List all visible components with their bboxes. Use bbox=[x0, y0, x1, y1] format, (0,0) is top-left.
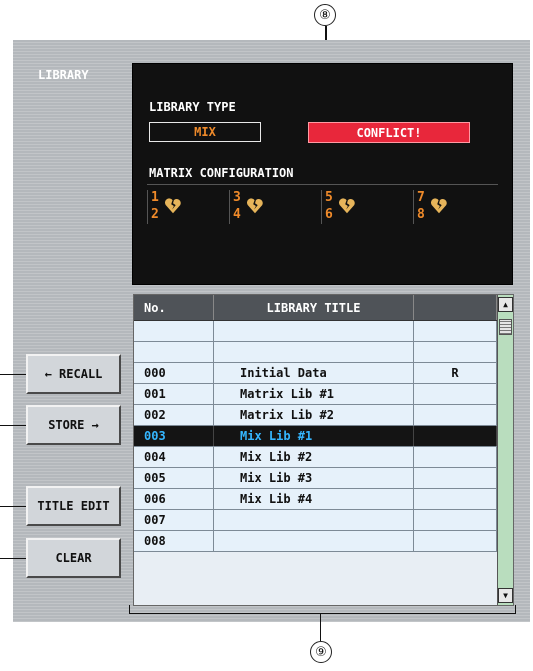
row-flag: R bbox=[414, 363, 497, 383]
matrix-pair-second: 2 bbox=[151, 207, 159, 222]
recall-button[interactable]: ← RECALL bbox=[26, 354, 121, 394]
scroll-down-arrow-icon[interactable]: ▼ bbox=[498, 588, 513, 603]
row-title: Mix Lib #3 bbox=[214, 468, 414, 488]
callout-8: ⑧ bbox=[314, 4, 336, 26]
table-row[interactable]: 008 bbox=[134, 531, 497, 552]
table-row[interactable]: 002 Matrix Lib #2 bbox=[134, 405, 497, 426]
matrix-configuration-divider bbox=[147, 184, 498, 185]
library-type-conflict-badge: CONFLICT! bbox=[308, 122, 470, 143]
broken-heart-icon bbox=[338, 198, 355, 214]
row-number: 007 bbox=[134, 510, 214, 530]
row-title bbox=[214, 342, 414, 362]
title-edit-button[interactable]: TITLE EDIT bbox=[26, 486, 121, 526]
row-number: 001 bbox=[134, 384, 214, 404]
row-title: Matrix Lib #1 bbox=[214, 384, 414, 404]
table-row[interactable]: 001 Matrix Lib #1 bbox=[134, 384, 497, 405]
table-row[interactable]: 004 Mix Lib #2 bbox=[134, 447, 497, 468]
table-row-selected[interactable]: 003 Mix Lib #1 bbox=[134, 426, 497, 447]
row-flag bbox=[414, 321, 497, 341]
matrix-pair-first: 3 bbox=[233, 190, 241, 205]
title-edit-button-leader bbox=[0, 506, 26, 507]
row-flag bbox=[414, 489, 497, 509]
matrix-pair-first: 1 bbox=[151, 190, 159, 205]
recall-button-leader bbox=[0, 374, 26, 375]
row-number: 006 bbox=[134, 489, 214, 509]
callout-9-leader bbox=[320, 614, 321, 641]
matrix-pair-5-6: 5 6 bbox=[321, 188, 401, 226]
header-library-title: LIBRARY TITLE bbox=[214, 295, 414, 320]
vertical-scrollbar[interactable]: ▲ ▼ bbox=[497, 295, 513, 605]
header-no: No. bbox=[134, 295, 214, 320]
row-flag bbox=[414, 447, 497, 467]
row-title: Mix Lib #2 bbox=[214, 447, 414, 467]
row-number: 000 bbox=[134, 363, 214, 383]
library-label: LIBRARY bbox=[38, 68, 89, 82]
row-title bbox=[214, 321, 414, 341]
matrix-pair-separator bbox=[229, 190, 230, 224]
scroll-up-arrow-icon[interactable]: ▲ bbox=[498, 297, 513, 312]
row-number bbox=[134, 342, 214, 362]
row-flag bbox=[414, 510, 497, 530]
table-row[interactable]: 005 Mix Lib #3 bbox=[134, 468, 497, 489]
table-row[interactable]: 000 Initial Data R bbox=[134, 363, 497, 384]
row-number: 003 bbox=[134, 426, 214, 446]
library-type-current: MIX bbox=[149, 122, 261, 142]
callout-9-bracket-bottom bbox=[129, 613, 516, 614]
row-flag bbox=[414, 384, 497, 404]
row-title: Matrix Lib #2 bbox=[214, 405, 414, 425]
matrix-pair-3-4: 3 4 bbox=[229, 188, 309, 226]
row-title: Mix Lib #1 bbox=[214, 426, 414, 446]
table-row[interactable] bbox=[134, 342, 497, 363]
row-flag bbox=[414, 426, 497, 446]
matrix-pair-second: 6 bbox=[325, 207, 333, 222]
row-title: Mix Lib #4 bbox=[214, 489, 414, 509]
row-flag bbox=[414, 342, 497, 362]
row-flag bbox=[414, 405, 497, 425]
row-title bbox=[214, 531, 414, 551]
row-flag bbox=[414, 468, 497, 488]
row-number: 002 bbox=[134, 405, 214, 425]
matrix-configuration-title: MATRIX CONFIGURATION bbox=[149, 166, 294, 180]
matrix-pair-second: 8 bbox=[417, 207, 425, 222]
table-row[interactable]: 007 bbox=[134, 510, 497, 531]
broken-heart-icon bbox=[246, 198, 263, 214]
broken-heart-icon bbox=[430, 198, 447, 214]
matrix-pair-first: 7 bbox=[417, 190, 425, 205]
matrix-pair-first: 5 bbox=[325, 190, 333, 205]
matrix-pair-1-2: 1 2 bbox=[147, 188, 227, 226]
row-title: Initial Data bbox=[214, 363, 414, 383]
row-number bbox=[134, 321, 214, 341]
library-info-box: LIBRARY TYPE MIX CONFLICT! MATRIX CONFIG… bbox=[132, 63, 513, 285]
row-title bbox=[214, 510, 414, 530]
library-list[interactable]: No. LIBRARY TITLE 000 Initial Data R 001 Ma… bbox=[133, 294, 514, 606]
store-button[interactable]: STORE → bbox=[26, 405, 121, 445]
library-rows: 000 Initial Data R 001 Matrix Lib #1 002 Mat… bbox=[134, 321, 497, 552]
row-number: 008 bbox=[134, 531, 214, 551]
scrollbar-thumb[interactable] bbox=[499, 319, 512, 335]
clear-button[interactable]: CLEAR bbox=[26, 538, 121, 578]
library-type-title: LIBRARY TYPE bbox=[149, 100, 236, 114]
matrix-pair-7-8: 7 8 bbox=[413, 188, 493, 226]
store-button-leader bbox=[0, 425, 26, 426]
row-flag bbox=[414, 531, 497, 551]
table-row[interactable] bbox=[134, 321, 497, 342]
row-number: 005 bbox=[134, 468, 214, 488]
matrix-pair-separator bbox=[147, 190, 148, 224]
table-row[interactable]: 006 Mix Lib #4 bbox=[134, 489, 497, 510]
matrix-pair-separator bbox=[413, 190, 414, 224]
callout-9-bracket-right bbox=[515, 605, 516, 614]
library-list-header: No. LIBRARY TITLE bbox=[134, 295, 497, 321]
clear-button-leader bbox=[0, 558, 26, 559]
row-number: 004 bbox=[134, 447, 214, 467]
broken-heart-icon bbox=[164, 198, 181, 214]
matrix-pair-second: 4 bbox=[233, 207, 241, 222]
callout-9: ⑨ bbox=[310, 641, 332, 663]
header-flag bbox=[414, 295, 497, 320]
matrix-pair-separator bbox=[321, 190, 322, 224]
